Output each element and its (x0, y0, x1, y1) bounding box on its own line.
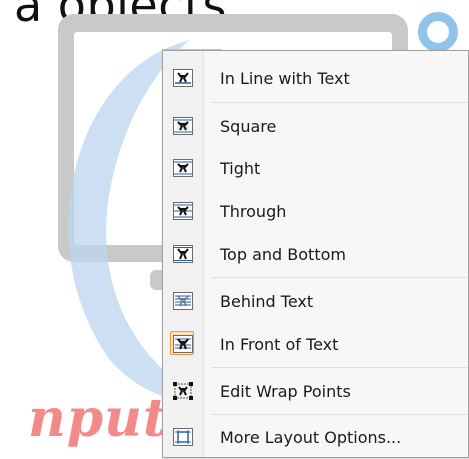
menu-item-label: Through (220, 201, 287, 221)
menu-separator (211, 367, 467, 368)
menu-separator (211, 414, 467, 415)
menu-separator (211, 277, 467, 278)
menu-separator (211, 102, 467, 103)
more-layout-options-icon (163, 418, 203, 456)
decorative-circle (418, 12, 458, 52)
wrap-through-icon (163, 192, 203, 230)
menu-item-label: Behind Text (220, 291, 314, 311)
menu-item-more-layout-options[interactable]: More Layout Options... (163, 418, 468, 456)
menu-item-edit-wrap-points[interactable]: Edit Wrap Points (163, 372, 468, 410)
menu-item-square[interactable]: Square (163, 107, 468, 145)
menu-item-top-and-bottom[interactable]: Top and Bottom (163, 235, 468, 273)
menu-item-label: In Front of Text (220, 334, 339, 354)
wrap-text-context-menu: In Line with Text Square Tight Through T… (162, 50, 469, 458)
menu-item-label: Top and Bottom (220, 244, 346, 264)
wrap-tight-icon (163, 149, 203, 187)
background-watermark: nput (28, 388, 168, 449)
wrap-top-bottom-icon (163, 235, 203, 273)
menu-item-in-line-with-text[interactable]: In Line with Text (163, 59, 468, 97)
menu-item-tight[interactable]: Tight (163, 149, 468, 187)
edit-wrap-points-icon (163, 372, 203, 410)
wrap-square-icon (163, 107, 203, 145)
menu-item-label: Edit Wrap Points (220, 381, 351, 401)
behind-text-icon (163, 282, 203, 320)
menu-item-label: Square (220, 116, 277, 136)
menu-item-label: More Layout Options... (220, 427, 402, 447)
menu-item-in-front-of-text[interactable]: In Front of Text (163, 325, 468, 363)
menu-item-label: In Line with Text (220, 68, 350, 88)
menu-item-behind-text[interactable]: Behind Text (163, 282, 468, 320)
menu-item-label: Tight (220, 158, 261, 178)
in-front-of-text-icon (163, 325, 203, 363)
menu-item-through[interactable]: Through (163, 192, 468, 230)
inline-with-text-icon (163, 59, 203, 97)
